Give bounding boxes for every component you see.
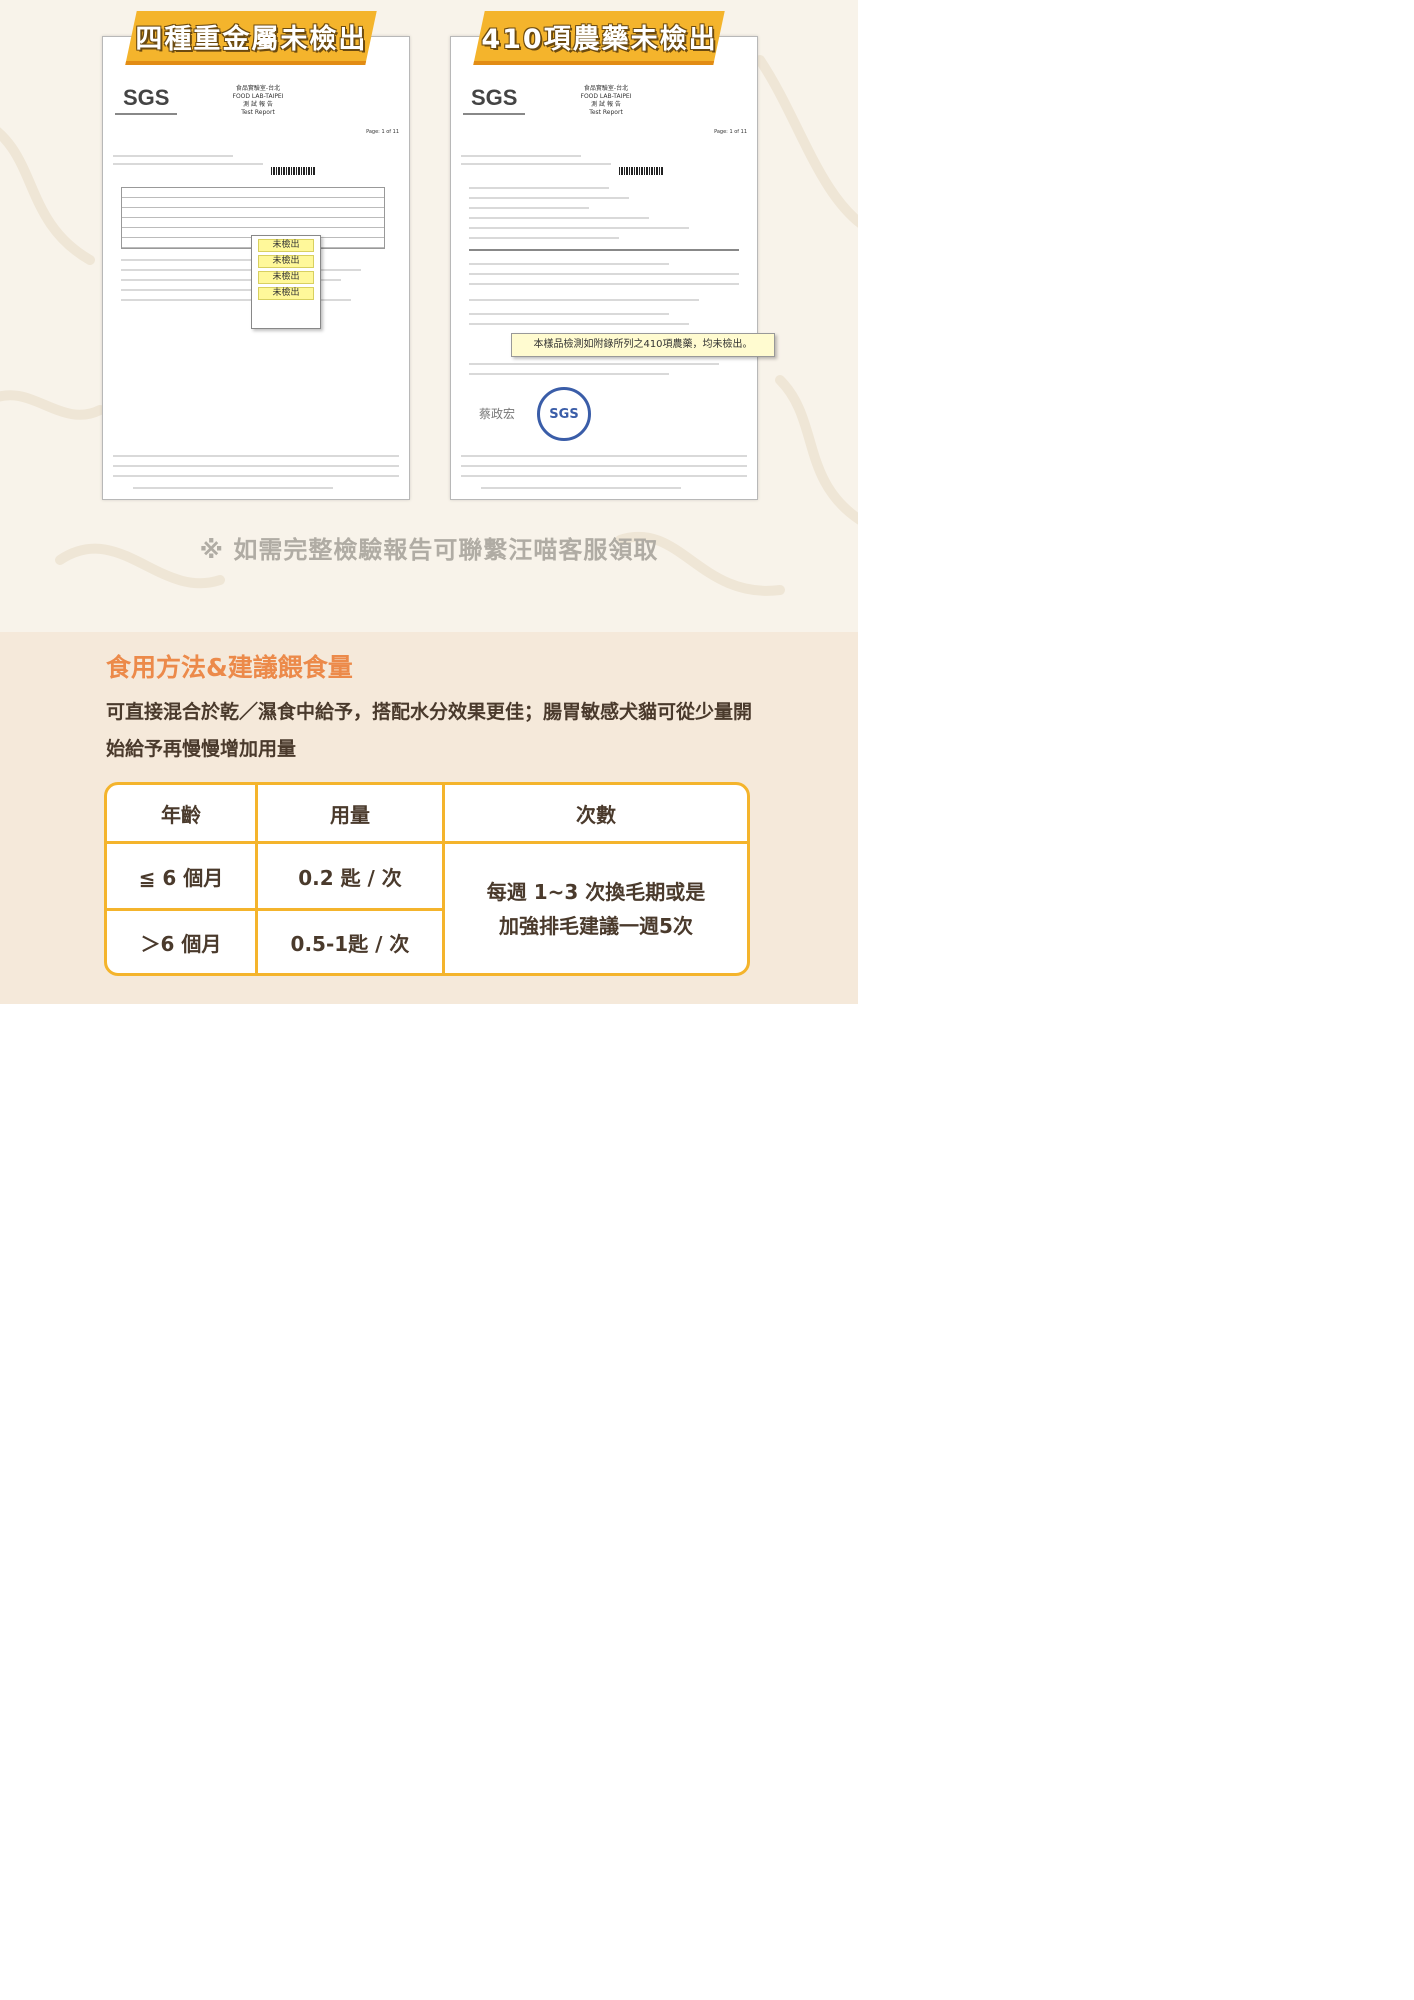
report-banner-label: 四種重金屬未檢出 [135, 23, 368, 55]
column-header-amount: 用量 [258, 785, 445, 844]
text-line [469, 273, 739, 275]
barcode [271, 167, 315, 175]
sgs-seal: SGS [537, 387, 591, 441]
age-cell: ≦ 6 個月 [107, 844, 258, 912]
feeding-description: 可直接混合於乾／濕食中給予，搭配水分效果更佳；腸胃敏感犬貓可從少量開始給予再慢慢… [106, 701, 753, 760]
text-line [113, 155, 233, 157]
text-line [469, 373, 669, 375]
text-line [469, 299, 699, 301]
footer-line [461, 465, 747, 467]
frequency-line: 每週 1~3 次換毛期或是 [486, 879, 706, 904]
signature: 蔡政宏 [479, 407, 516, 421]
lab-header-line: 食品實驗室-台北 [235, 85, 281, 92]
lab-header-line: Test Report [589, 109, 623, 116]
footer-line [461, 455, 747, 457]
footer-line [113, 475, 399, 477]
contact-note: ※ 如需完整檢驗報告可聯繫汪喵客服領取 [199, 536, 659, 564]
page-number: Page: 1 of 11 [714, 129, 747, 135]
barcode [619, 167, 663, 175]
footer-line [133, 487, 333, 489]
frequency-line: 加強排毛建議一週5次 [499, 913, 693, 938]
footer-line [113, 455, 399, 457]
not-detected-label: 未檢出 [258, 287, 314, 300]
sgs-logo: SGS [115, 85, 178, 115]
pesticide-result-callout: 本樣品檢測如附錄所列之410項農藥，均未檢出。 [511, 333, 775, 357]
text-line [469, 323, 689, 325]
feeding-table: 年齡 用量 次數 ≦ 6 個月 0.2 匙 / 次 每週 1~3 次換毛期或是 … [104, 782, 750, 976]
page-number: Page: 1 of 11 [366, 129, 399, 135]
lab-header-line: 測 試 報 告 [243, 101, 273, 108]
table-header-row: 年齡 用量 次數 [107, 785, 747, 844]
text-line [461, 163, 611, 165]
text-line [469, 237, 619, 239]
text-line [461, 155, 581, 157]
lab-header-line: Test Report [241, 109, 275, 116]
report-banner: 四種重金屬未檢出 [125, 11, 377, 65]
amount-cell: 0.2 匙 / 次 [258, 844, 445, 912]
pesticide-test-report: 410項農藥未檢出 SGS 食品實驗室-台北 FOOD LAB-TAIPEI 測… [450, 11, 775, 500]
lab-header-line: 食品實驗室-台北 [583, 85, 629, 92]
text-line [121, 269, 361, 271]
heavy-metal-test-report: 四種重金屬未檢出 SGS 食品實驗室-台北 FOOD LAB-TAIPEI 測 … [102, 11, 410, 500]
text-line [469, 197, 629, 199]
sgs-logo: SGS [463, 85, 526, 115]
lab-header-line: FOOD LAB-TAIPEI [232, 93, 284, 100]
divider [469, 249, 739, 251]
amount-cell: 0.5-1匙 / 次 [258, 911, 445, 973]
footer-line [481, 487, 681, 489]
column-header-age: 年齡 [107, 785, 258, 844]
report-banner-label: 410項農藥未檢出 [481, 23, 718, 55]
not-detected-label: 未檢出 [258, 255, 314, 268]
not-detected-label: 未檢出 [258, 239, 314, 252]
text-line [469, 207, 589, 209]
lab-header-line: 測 試 報 告 [591, 101, 621, 108]
feeding-title: 食用方法&建議餵食量 [106, 653, 353, 682]
text-line [113, 163, 263, 165]
footer-line [113, 465, 399, 467]
text-line [469, 313, 669, 315]
lab-header-line: FOOD LAB-TAIPEI [580, 93, 632, 100]
lab-header: 食品實驗室-台北 FOOD LAB-TAIPEI 測 試 報 告 Test Re… [561, 85, 651, 117]
text-line [469, 263, 669, 265]
report-banner: 410項農藥未檢出 [473, 11, 725, 65]
test-report-section: 四種重金屬未檢出 SGS 食品實驗室-台北 FOOD LAB-TAIPEI 測 … [0, 0, 858, 632]
text-line [469, 217, 649, 219]
frequency-cell: 每週 1~3 次換毛期或是 加強排毛建議一週5次 [445, 844, 747, 973]
footer-line [461, 475, 747, 477]
text-line [469, 187, 609, 189]
text-line [469, 283, 739, 285]
lab-header: 食品實驗室-台北 FOOD LAB-TAIPEI 測 試 報 告 Test Re… [213, 85, 303, 117]
text-line [469, 363, 719, 365]
text-line [469, 227, 689, 229]
table-row: ≦ 6 個月 0.2 匙 / 次 每週 1~3 次換毛期或是 加強排毛建議一週5… [107, 844, 747, 938]
not-detected-note: 未檢出 未檢出 未檢出 未檢出 [251, 235, 321, 329]
not-detected-label: 未檢出 [258, 271, 314, 284]
column-header-frequency: 次數 [445, 785, 747, 844]
age-cell: ＞6 個月 [107, 911, 258, 973]
